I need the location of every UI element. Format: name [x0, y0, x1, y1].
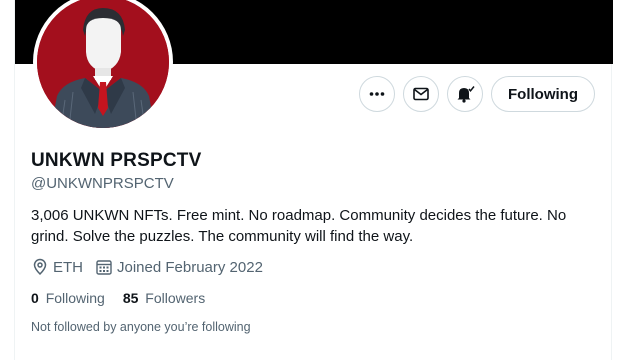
avatar-image — [37, 0, 169, 128]
location-item: ETH — [31, 258, 83, 276]
following-button[interactable]: Following — [491, 76, 595, 112]
message-button[interactable] — [403, 76, 440, 112]
more-button[interactable] — [359, 76, 396, 112]
page-gutter-right — [612, 0, 640, 360]
profile-column: Following UNKWN PRSPCTV @UNKWNPRSPCTV 3,… — [14, 0, 613, 360]
bell-check-icon — [457, 86, 475, 103]
display-name: UNKWN PRSPCTV — [31, 150, 202, 171]
following-label: Following — [45, 290, 105, 306]
user-handle: @UNKWNPRSPCTV — [31, 175, 174, 192]
page-gutter-left — [0, 0, 14, 360]
avatar-figure-icon — [37, 0, 169, 128]
avatar[interactable] — [33, 0, 173, 132]
followers-label: Followers — [145, 290, 206, 306]
calendar-icon — [96, 260, 112, 275]
followed-by-note: Not followed by anyone you’re following — [31, 320, 251, 334]
following-count: 0 — [31, 290, 39, 306]
profile-actions: Following — [359, 76, 595, 112]
more-horizontal-icon — [369, 92, 385, 96]
profile-stats: 0 Following 85 Followers — [31, 290, 223, 306]
joined-item: Joined February 2022 — [95, 258, 263, 276]
location-text: ETH — [53, 258, 83, 276]
profile-meta: ETH Joined February 2022 — [31, 258, 275, 276]
notifications-button[interactable] — [447, 76, 484, 112]
envelope-icon — [413, 87, 429, 101]
location-pin-icon — [33, 258, 47, 276]
following-stat[interactable]: 0 Following — [31, 290, 105, 306]
followers-stat[interactable]: 85 Followers — [123, 290, 205, 306]
followers-count: 85 — [122, 290, 139, 306]
joined-text: Joined February 2022 — [117, 258, 263, 276]
profile-bio: 3,006 UNKWN NFTs. Free mint. No roadmap.… — [31, 207, 567, 245]
